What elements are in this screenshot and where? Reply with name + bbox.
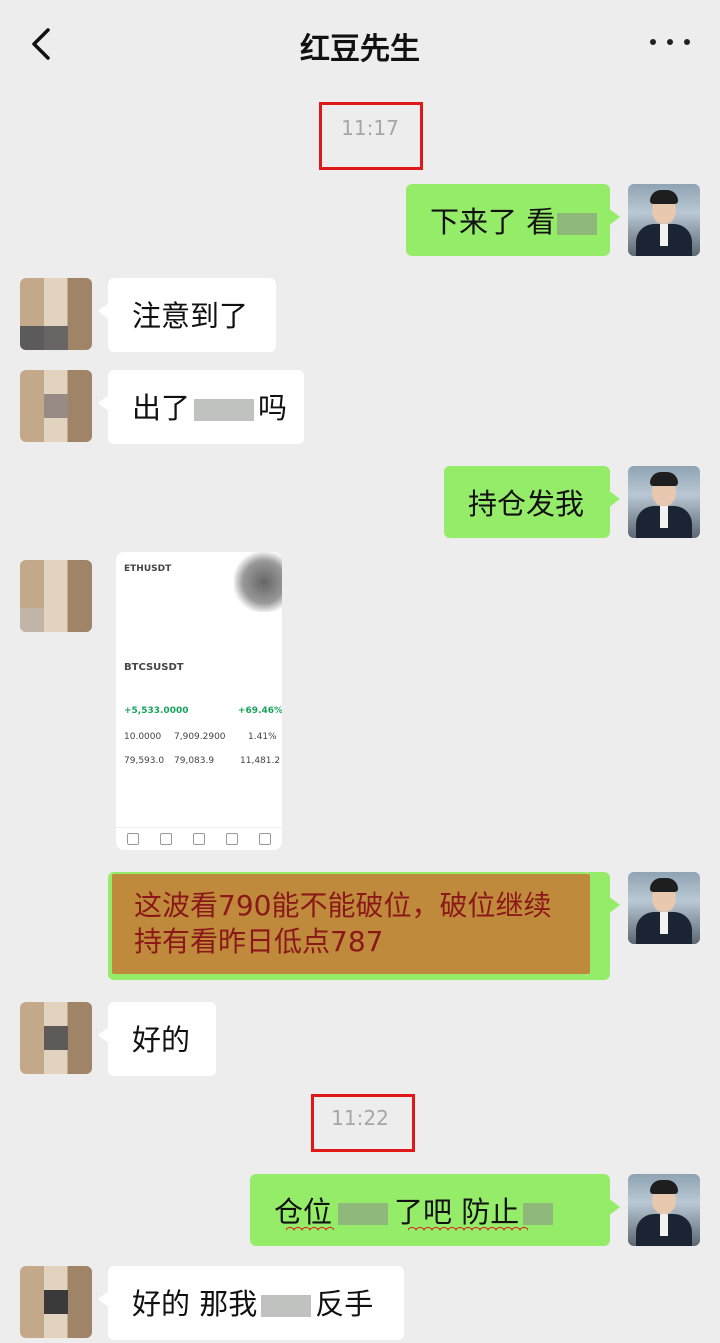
- screenshot-value1: 10.0000: [124, 732, 162, 742]
- redaction-blur: [523, 1203, 554, 1225]
- chat-header: 红豆先生: [0, 0, 720, 88]
- chat-title: 红豆先生: [300, 32, 420, 67]
- message-line-1: 这波看790能不能破位，破位继续: [134, 889, 552, 922]
- message-text: 注意到了: [132, 299, 249, 333]
- more-dots-icon: [650, 39, 656, 45]
- contact-avatar[interactable]: [20, 1266, 92, 1338]
- message-text: 下来了 看: [430, 205, 556, 239]
- screenshot-nav-bar: [116, 827, 282, 850]
- spellcheck-underline: [408, 1224, 528, 1232]
- screenshot-pnl: +5,533.0000: [124, 706, 189, 716]
- message-bubble-sent[interactable]: 持仓发我: [444, 466, 620, 538]
- my-avatar[interactable]: [628, 184, 700, 256]
- message-text-start: 出了: [132, 391, 191, 425]
- message-line-2: 持有看昨日低点787: [134, 925, 384, 958]
- trading-screenshot-image[interactable]: ETHUSDT BTCSUSDT +5,533.0000 +69.46% 10.…: [116, 552, 282, 850]
- redaction-blur: [261, 1295, 312, 1317]
- redaction-blur: [557, 213, 598, 235]
- spellcheck-underline: [286, 1224, 334, 1232]
- message-bubble-received[interactable]: 出了 吗: [98, 370, 304, 444]
- contact-avatar[interactable]: [20, 1002, 92, 1074]
- message-text-end: 反手: [315, 1287, 374, 1321]
- contact-avatar[interactable]: [20, 278, 92, 350]
- screenshot-value4: 79,593.0: [124, 756, 165, 766]
- message-bubble-sent[interactable]: 下来了 看: [406, 184, 620, 256]
- screenshot-value5: 79,083.9: [174, 756, 215, 766]
- message-bubble-received[interactable]: 好的 那我 反手: [98, 1266, 404, 1340]
- contact-avatar[interactable]: [20, 560, 92, 632]
- message-text-start: 好的 那我: [132, 1287, 258, 1321]
- message-text: 好的: [132, 1023, 191, 1057]
- message-bubble-sent[interactable]: 仓位 了吧 防止: [250, 1174, 620, 1246]
- screenshot-symbol-top: ETHUSDT: [124, 564, 172, 574]
- my-avatar[interactable]: [628, 872, 700, 944]
- screenshot-value6: 11,481.2: [240, 756, 281, 766]
- redaction-blur: [338, 1203, 389, 1225]
- my-avatar[interactable]: [628, 1174, 700, 1246]
- my-avatar[interactable]: [628, 466, 700, 538]
- screenshot-roe: +69.46%: [238, 706, 282, 716]
- screenshot-value2: 7,909.2900: [174, 732, 226, 742]
- annotation-box: [311, 1094, 415, 1152]
- annotation-box: [319, 102, 423, 170]
- message-text-end: 吗: [258, 391, 288, 425]
- screenshot-symbol: BTCSUSDT: [124, 662, 184, 673]
- screenshot-value3: 1.41%: [248, 732, 277, 742]
- message-bubble-received[interactable]: 注意到了: [98, 278, 276, 352]
- message-bubble-received[interactable]: 好的: [98, 1002, 216, 1076]
- more-button[interactable]: [650, 30, 690, 54]
- redaction-smudge: [234, 552, 282, 612]
- redaction-blur: [194, 399, 255, 421]
- contact-avatar[interactable]: [20, 370, 92, 442]
- message-text-highlighted: 这波看790能不能破位，破位继续 持有看昨日低点787: [134, 888, 590, 960]
- message-text: 持仓发我: [468, 487, 585, 521]
